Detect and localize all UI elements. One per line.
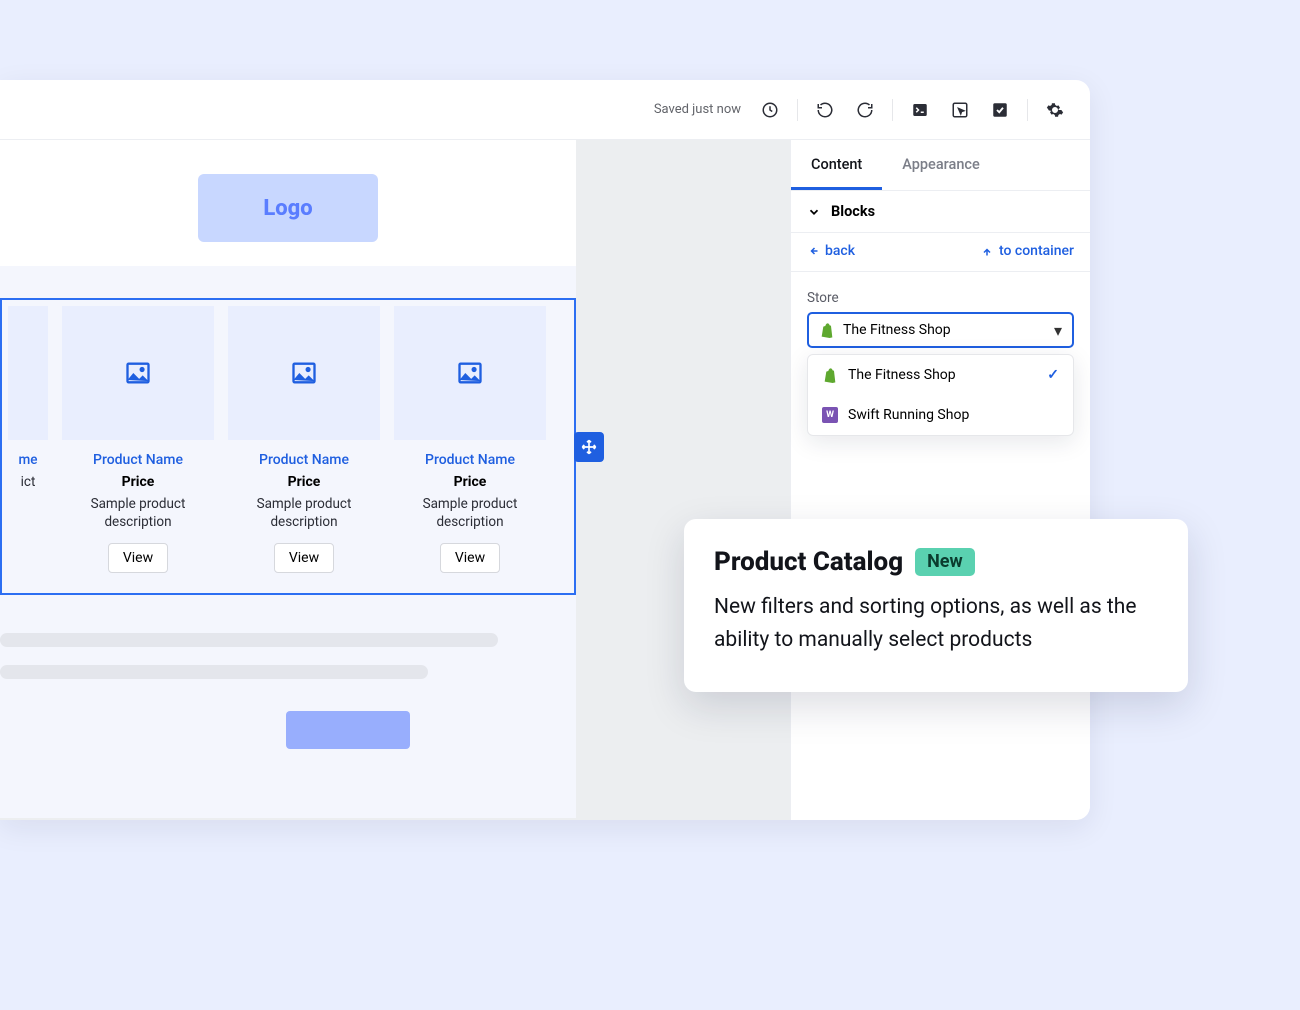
blocks-header[interactable]: Blocks	[791, 191, 1090, 233]
logo-block[interactable]: Logo	[0, 140, 576, 266]
product-price: Price	[122, 474, 155, 490]
terminal-icon[interactable]	[907, 97, 933, 123]
text-skeleton-block[interactable]	[0, 633, 576, 749]
back-link[interactable]: back	[807, 243, 855, 259]
top-toolbar: Saved just now	[0, 80, 1090, 140]
to-container-link[interactable]: to container	[981, 243, 1074, 259]
product-card: Product Name Price Sample product descri…	[394, 306, 546, 573]
product-name: Product Name	[259, 452, 349, 468]
product-catalog-block[interactable]: me ict Product Name Price Sample product…	[0, 298, 576, 595]
back-label: back	[825, 243, 855, 259]
callout-body: New filters and sorting options, as well…	[714, 591, 1158, 656]
shopify-icon	[822, 367, 838, 383]
side-panel: Content Appearance Blocks back to contai…	[790, 140, 1090, 820]
arrow-up-icon	[981, 245, 993, 257]
view-button[interactable]: View	[274, 543, 334, 573]
saved-status: Saved just now	[654, 102, 741, 117]
history-icon[interactable]	[757, 97, 783, 123]
skeleton-line	[0, 665, 428, 679]
store-selected-value: The Fitness Shop	[843, 322, 951, 338]
email-canvas: Logo me ict Product Name Price Sa	[0, 140, 576, 818]
store-select[interactable]: The Fitness Shop ▾	[807, 312, 1074, 348]
store-option[interactable]: The Fitness Shop ✓	[808, 355, 1073, 395]
undo-icon[interactable]	[812, 97, 838, 123]
image-icon	[456, 359, 484, 387]
gear-icon[interactable]	[1042, 97, 1068, 123]
product-name: me	[19, 452, 38, 468]
arrow-left-icon	[807, 245, 819, 257]
blocks-label: Blocks	[831, 203, 875, 220]
product-image-placeholder	[8, 306, 48, 440]
product-image-placeholder	[62, 306, 214, 440]
new-badge: New	[915, 548, 975, 576]
panel-tabs: Content Appearance	[791, 140, 1090, 191]
chevron-down-icon	[807, 205, 821, 219]
canvas-area: Logo me ict Product Name Price Sa	[0, 140, 790, 820]
product-card: me ict	[8, 306, 48, 573]
logo-placeholder: Logo	[198, 174, 378, 242]
view-button[interactable]: View	[440, 543, 500, 573]
product-price: Price	[288, 474, 321, 490]
product-image-placeholder	[394, 306, 546, 440]
shopify-icon	[819, 322, 835, 338]
store-field-label: Store	[807, 290, 1074, 306]
product-card: Product Name Price Sample product descri…	[228, 306, 380, 573]
to-container-label: to container	[999, 243, 1074, 259]
caret-down-icon: ▾	[1054, 321, 1062, 340]
feature-callout-card: Product Catalog New New filters and sort…	[684, 519, 1188, 692]
product-image-placeholder	[228, 306, 380, 440]
image-icon	[124, 359, 152, 387]
image-icon	[290, 359, 318, 387]
block-move-handle[interactable]	[574, 432, 604, 462]
store-option[interactable]: W Swift Running Shop	[808, 395, 1073, 435]
editor-window: Saved just now Logo	[0, 80, 1090, 820]
check-icon: ✓	[1047, 367, 1059, 383]
block-nav-row: back to container	[791, 233, 1090, 272]
store-option-label: Swift Running Shop	[848, 407, 969, 423]
toolbar-separator	[892, 99, 893, 121]
toolbar-separator	[797, 99, 798, 121]
redo-icon[interactable]	[852, 97, 878, 123]
toolbar-separator	[1027, 99, 1028, 121]
product-desc: Sample product description	[62, 496, 214, 531]
product-price: Price	[454, 474, 487, 490]
product-desc: ict	[17, 474, 40, 492]
store-option-label: The Fitness Shop	[848, 367, 956, 383]
tab-content[interactable]: Content	[791, 140, 882, 190]
checklist-icon[interactable]	[987, 97, 1013, 123]
skeleton-line	[0, 633, 498, 647]
product-desc: Sample product description	[228, 496, 380, 531]
view-button[interactable]: View	[108, 543, 168, 573]
cta-button-placeholder[interactable]	[286, 711, 410, 749]
inspect-icon[interactable]	[947, 97, 973, 123]
tab-appearance[interactable]: Appearance	[882, 140, 999, 190]
product-desc: Sample product description	[394, 496, 546, 531]
woocommerce-icon: W	[822, 407, 838, 423]
main-split: Logo me ict Product Name Price Sa	[0, 140, 1090, 820]
block-settings-form: Store The Fitness Shop ▾	[791, 272, 1090, 454]
product-name: Product Name	[93, 452, 183, 468]
callout-title: Product Catalog	[714, 547, 903, 577]
store-dropdown: The Fitness Shop ✓ W Swift Running Shop	[807, 354, 1074, 436]
product-card: Product Name Price Sample product descri…	[62, 306, 214, 573]
product-name: Product Name	[425, 452, 515, 468]
